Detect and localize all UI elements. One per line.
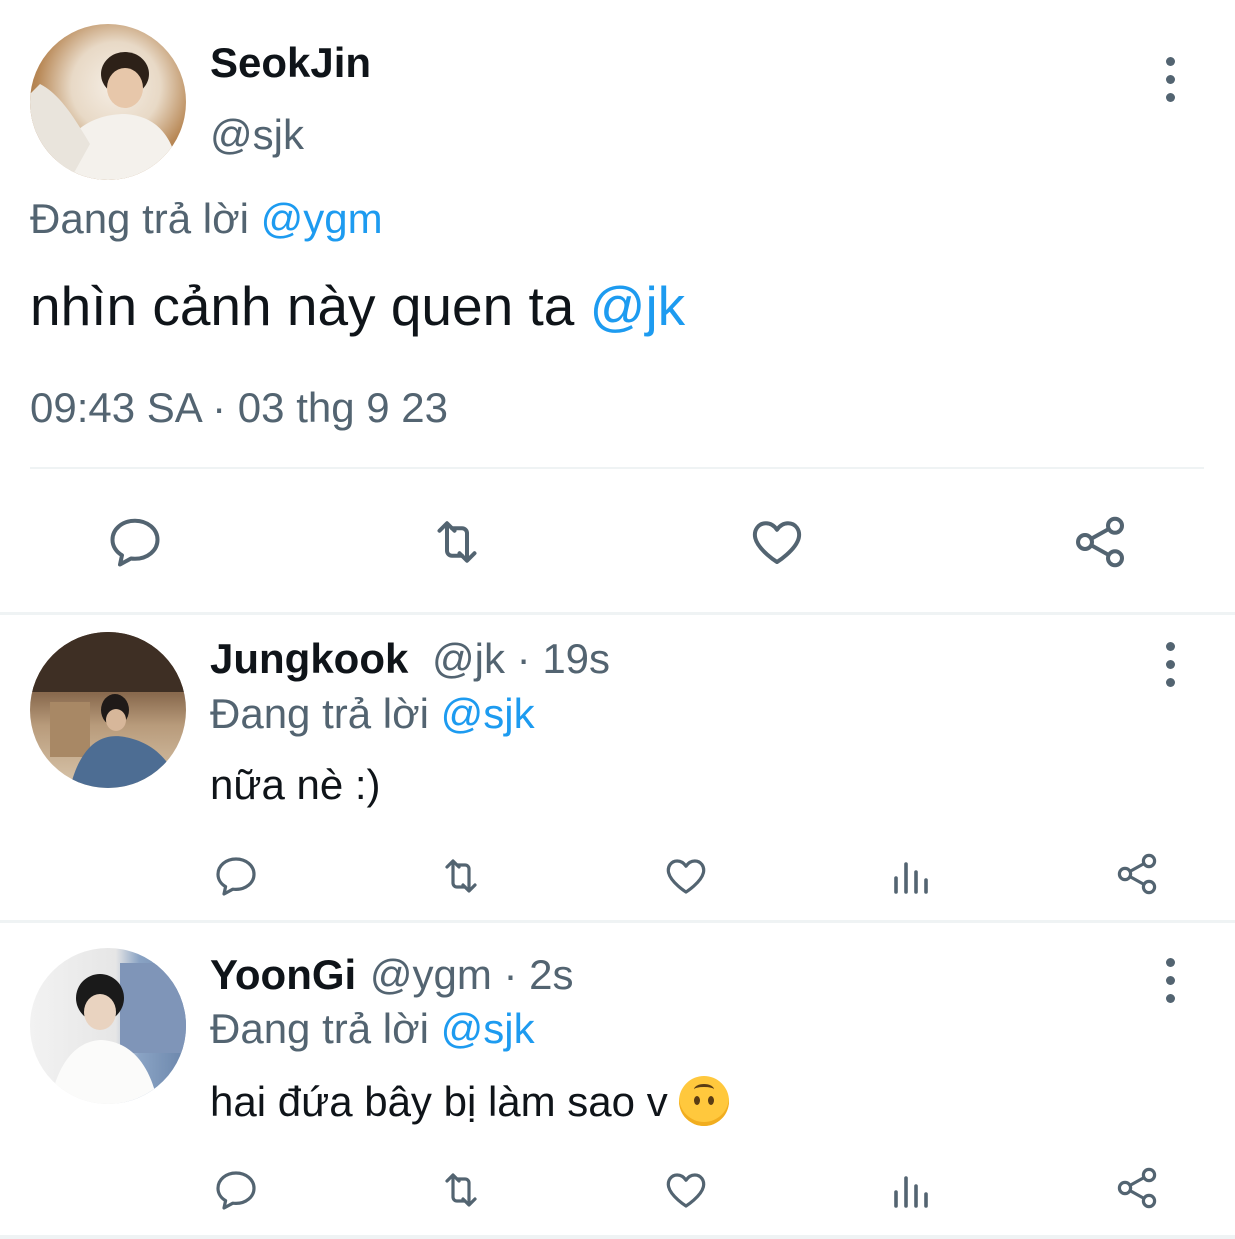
divider <box>0 612 1235 615</box>
replying-to-label: Đang trả lời <box>210 1005 429 1052</box>
tweet-text-mention[interactable]: @jk <box>590 275 686 337</box>
retweet-icon[interactable] <box>425 512 489 572</box>
upside-down-face-emoji-icon <box>679 1076 730 1126</box>
reply-handle[interactable]: @ygm <box>370 951 492 998</box>
reply-display-name[interactable]: YoonGi <box>210 951 356 998</box>
replying-to-label: Đang trả lời <box>210 690 429 737</box>
reply-text: hai đứa bây bị làm sao v <box>210 1076 730 1127</box>
replying-to-handle[interactable]: @sjk <box>441 1005 535 1052</box>
replying-to-line: Đang trả lời @sjk <box>210 689 535 739</box>
share-icon[interactable] <box>1113 850 1161 898</box>
reply-text-body: hai đứa bây bị làm sao v <box>210 1078 668 1125</box>
like-icon[interactable] <box>662 1166 710 1214</box>
share-icon[interactable] <box>1113 1164 1161 1212</box>
views-icon[interactable] <box>888 1166 936 1214</box>
reply-header: Jungkook @jk · 19s <box>210 634 610 684</box>
views-icon[interactable] <box>888 852 936 900</box>
replying-to-handle[interactable]: @sjk <box>441 690 535 737</box>
retweet-icon[interactable] <box>435 852 487 900</box>
reply-age[interactable]: · 2s <box>504 951 574 998</box>
reply-header: YoonGi @ygm · 2s <box>210 950 574 1000</box>
reply-icon[interactable] <box>212 1166 260 1214</box>
more-options-icon[interactable] <box>1166 958 1175 1012</box>
tweet-text-body: nhìn cảnh này quen ta <box>30 275 575 337</box>
divider <box>30 467 1204 469</box>
retweet-icon[interactable] <box>435 1166 487 1214</box>
replying-to-line: Đang trả lời @ygm <box>30 194 383 244</box>
more-options-icon[interactable] <box>1166 642 1175 696</box>
avatar-yoongi-image <box>50 963 186 1104</box>
like-icon[interactable] <box>747 512 807 572</box>
reply-age[interactable]: · 19s <box>517 635 610 682</box>
author-display-name[interactable]: SeokJin <box>210 38 371 88</box>
avatar-jungkook[interactable] <box>30 632 186 788</box>
share-icon[interactable] <box>1070 512 1130 572</box>
avatar-yoongi[interactable] <box>30 948 186 1104</box>
reply-handle[interactable]: @jk <box>432 635 505 682</box>
reply-icon[interactable] <box>212 852 260 900</box>
divider <box>0 1235 1235 1239</box>
more-options-icon[interactable] <box>1166 57 1175 111</box>
avatar-seokjin[interactable] <box>30 24 186 180</box>
divider <box>0 920 1235 923</box>
replying-to-handle[interactable]: @ygm <box>261 195 383 242</box>
reply-text: nữa nè :) <box>210 761 381 808</box>
tweet-timestamp[interactable]: 09:43 SA · 03 thg 9 23 <box>30 383 448 433</box>
tweet-text: nhìn cảnh này quen ta @jk <box>30 274 685 338</box>
reply-display-name[interactable]: Jungkook <box>210 635 408 682</box>
avatar-jungkook-image <box>30 632 186 788</box>
reply-icon[interactable] <box>105 512 165 572</box>
replying-to-line: Đang trả lời @sjk <box>210 1004 535 1054</box>
avatar-seokjin-image <box>30 52 180 180</box>
author-handle[interactable]: @sjk <box>210 110 304 160</box>
like-icon[interactable] <box>662 852 710 900</box>
replying-to-label: Đang trả lời <box>30 195 249 242</box>
